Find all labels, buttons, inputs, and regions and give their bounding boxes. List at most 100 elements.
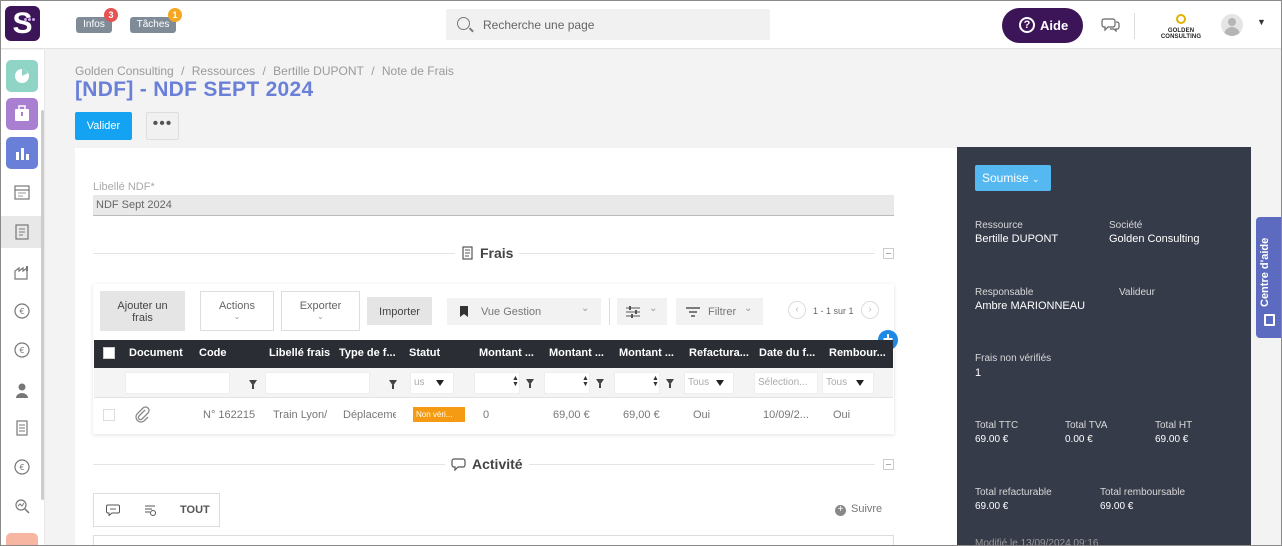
suivre-label: Suivre (851, 503, 883, 515)
col-code[interactable]: Code (199, 347, 259, 359)
help-center-label: Centre d'aide (1259, 237, 1271, 307)
ressource-value[interactable]: Bertille DUPONT (975, 233, 1058, 245)
svg-text:€: € (19, 463, 24, 472)
stepper-icon[interactable]: ▲ ▼ (512, 375, 519, 388)
col-date[interactable]: Date du f... (759, 347, 821, 359)
settings-sliders-button[interactable]: ⌄ (617, 298, 667, 325)
chat-icon[interactable] (1101, 17, 1121, 32)
breadcrumb-ressources[interactable]: Ressources (192, 64, 255, 78)
rail-dashboard-icon[interactable] (6, 60, 38, 92)
grid-header: Document Code Libellé frais Type de f...… (94, 340, 893, 368)
filter-icon[interactable] (596, 379, 604, 388)
ressource-label: Ressource (975, 220, 1023, 231)
filter-date-input[interactable]: Sélection... (754, 372, 818, 394)
col-statut[interactable]: Statut (409, 347, 469, 359)
paperclip-icon[interactable] (133, 405, 151, 423)
total-remboursable-label: Total remboursable (1100, 487, 1186, 498)
stepper-icon[interactable]: ▲ ▼ (652, 375, 659, 388)
table-row[interactable]: N° 162215 Train Lyon/ Déplaceme Non véri… (94, 398, 893, 432)
select-all-checkbox[interactable] (103, 347, 115, 359)
valider-button[interactable]: Valider (75, 112, 132, 140)
responsable-value[interactable]: Ambre MARIONNEAU (975, 300, 1085, 312)
rail-calendar-icon[interactable] (13, 183, 31, 201)
user-menu-caret-icon[interactable]: ▼ (1257, 17, 1266, 27)
total-ttc-value: 69.00 € (975, 434, 1009, 445)
filter-icon[interactable] (389, 380, 397, 389)
col-montant-2[interactable]: Montant ... (549, 347, 611, 359)
aide-button[interactable]: ? Aide (1002, 8, 1083, 43)
prev-page-icon[interactable]: ‹ (788, 301, 806, 319)
filter-statut-select[interactable]: us (410, 372, 454, 394)
dropdown-arrow-icon[interactable] (856, 380, 864, 386)
help-center-tab[interactable]: Centre d'aide (1256, 217, 1281, 338)
page-search[interactable]: Recherche une page (446, 9, 770, 40)
filter-libelle-input[interactable] (265, 372, 370, 394)
breadcrumb-company[interactable]: Golden Consulting (75, 64, 174, 78)
rail-euro-out-icon[interactable]: € (13, 341, 31, 359)
breadcrumb-person[interactable]: Bertille DUPONT (273, 64, 364, 78)
societe-value[interactable]: Golden Consulting (1109, 233, 1200, 245)
infos-label: Infos (83, 19, 105, 30)
cell-type: Déplaceme (343, 409, 396, 421)
rail-person-icon[interactable] (13, 381, 31, 399)
cell-remboursable: Oui (833, 409, 851, 421)
col-remboursable[interactable]: Rembour... (829, 347, 889, 359)
activity-comment-box[interactable] (93, 535, 894, 545)
dropdown-arrow-icon[interactable] (436, 380, 444, 386)
rail-chart-icon[interactable] (6, 137, 38, 169)
rail-euro-refund-icon[interactable]: € (13, 458, 31, 476)
total-ht-value: 69.00 € (1155, 434, 1189, 445)
frais-collapse-button[interactable] (883, 248, 894, 259)
frais-section-title: Frais (480, 245, 514, 261)
left-rail: € € € (1, 50, 45, 545)
app-window: S Infos 3 Tâches 1 Recherche une page ? … (0, 0, 1282, 546)
rail-invoice-icon[interactable] (13, 419, 31, 437)
filter-refacturable-select[interactable]: Tous (684, 372, 734, 394)
frais-non-verifies-value: 1 (975, 367, 982, 379)
filter-icon[interactable] (249, 380, 257, 389)
tab-history-icon[interactable] (143, 504, 157, 516)
status-dropdown[interactable]: Soumise ⌄ (975, 165, 1051, 191)
exporter-dropdown[interactable]: Exporter ⌄ (281, 291, 360, 331)
actions-dropdown[interactable]: Actions ⌄ (200, 291, 274, 331)
rail-search-analytics-icon[interactable] (13, 497, 31, 515)
row-checkbox[interactable] (103, 409, 115, 421)
app-logo[interactable]: S (5, 6, 40, 41)
filter-statut-value: us (414, 377, 425, 388)
rail-briefcase-icon[interactable] (6, 98, 38, 130)
rail-document-icon[interactable] (13, 223, 31, 241)
filter-icon[interactable] (666, 379, 674, 388)
libelle-field[interactable]: NDF Sept 2024 (93, 195, 894, 216)
filtrer-dropdown[interactable]: Filtrer ⌄ (676, 298, 763, 325)
suivre-button[interactable]: + Suivre (835, 503, 882, 516)
rail-settings-icon[interactable] (6, 533, 38, 545)
avatar[interactable] (1221, 14, 1243, 36)
dropdown-arrow-icon[interactable] (716, 380, 724, 386)
infos-button[interactable]: Infos 3 (76, 8, 118, 33)
col-document[interactable]: Document (129, 347, 184, 359)
col-montant-1[interactable]: Montant ... (479, 347, 541, 359)
filter-remboursable-select[interactable]: Tous (822, 372, 874, 394)
stepper-icon[interactable]: ▲ ▼ (582, 375, 589, 388)
rail-factory-icon[interactable] (13, 263, 31, 281)
ajouter-frais-button[interactable]: Ajouter un frais (100, 291, 185, 331)
activite-collapse-button[interactable] (883, 459, 894, 470)
importer-button[interactable]: Importer (367, 297, 432, 325)
rail-scrollbar[interactable] (41, 110, 44, 500)
col-type[interactable]: Type de f... (339, 347, 401, 359)
vue-selector[interactable]: Vue Gestion ⌄ (447, 298, 601, 325)
filter-document-input[interactable] (125, 372, 230, 394)
col-montant-3[interactable]: Montant ... (619, 347, 681, 359)
more-actions-button[interactable]: ••• (146, 112, 179, 140)
chevron-down-icon: ⌄ (233, 312, 241, 321)
page-title: [NDF] - NDF SEPT 2024 (75, 78, 314, 101)
tab-tout[interactable]: TOUT (180, 504, 210, 516)
societe-label: Société (1109, 220, 1143, 231)
taches-button[interactable]: Tâches 1 (130, 8, 182, 33)
col-libelle[interactable]: Libellé frais (269, 347, 331, 359)
tab-comments-icon[interactable] (106, 504, 120, 516)
next-page-icon[interactable]: › (861, 301, 879, 319)
rail-euro-in-icon[interactable]: € (13, 302, 31, 320)
col-refacturable[interactable]: Refactura... (689, 347, 751, 359)
filter-icon[interactable] (526, 379, 534, 388)
